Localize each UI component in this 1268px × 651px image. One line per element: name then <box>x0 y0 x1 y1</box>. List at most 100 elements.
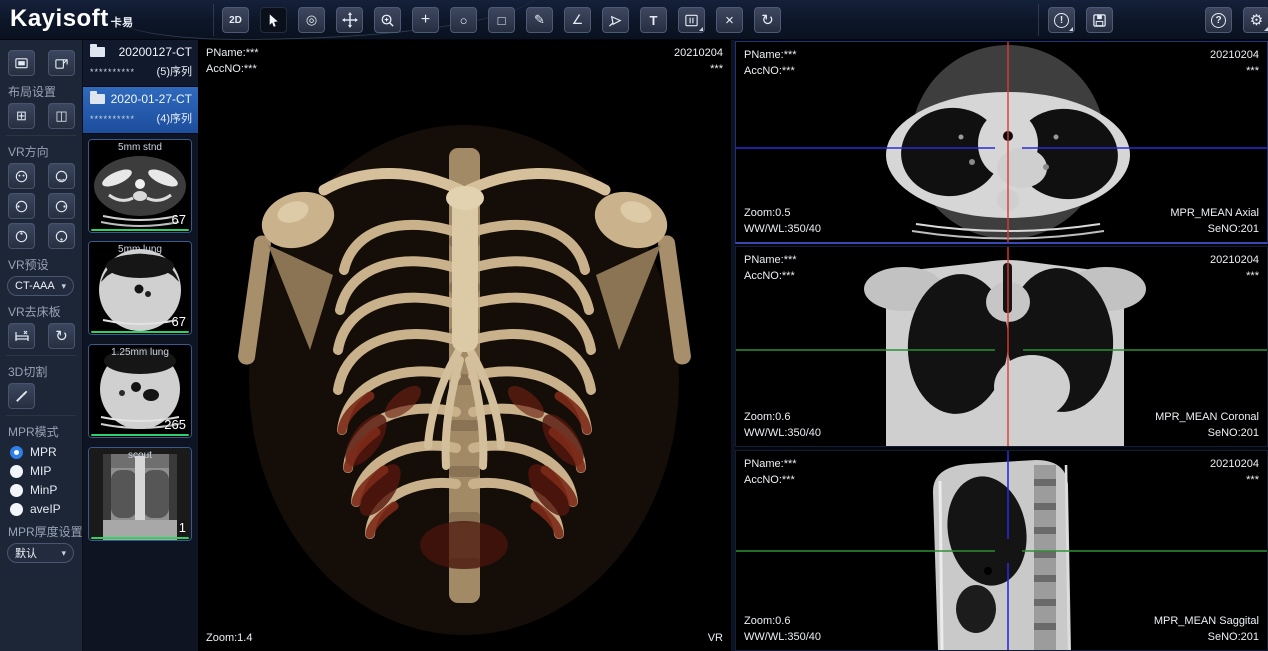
pencil-icon: ✎ <box>534 12 545 28</box>
patient-overlay: PName:*** AccNO:*** <box>206 45 259 77</box>
delete-annotation-button[interactable]: × <box>716 7 743 33</box>
layout-2d-icon: 2D <box>229 15 242 26</box>
bed-reset-button[interactable]: ↻ <box>48 323 75 349</box>
study-title: 20200127-CT <box>119 45 192 59</box>
chevron-down-icon: ▾ <box>61 548 66 559</box>
study-item-2-selected[interactable]: 2020-01-27-CT **********(4)序列 <box>83 87 198 134</box>
folder-open-icon <box>90 94 105 104</box>
pan-icon <box>342 12 358 28</box>
study-title: 2020-01-27-CT <box>111 92 192 106</box>
text-annotation-button[interactable]: T <box>640 7 667 33</box>
thumbnail-image-count: 67 <box>172 212 186 227</box>
mpr-sagittal-viewport[interactable]: PName:***AccNO:*** 20210204*** Zoom:0.6W… <box>735 450 1268 651</box>
wwwl-text: WW/WL:350/40 <box>744 427 821 439</box>
cursor-button[interactable] <box>260 7 287 33</box>
left-sidebar: 布局设置 ⊞ ◫ VR方向 VR预设 CT-AAA ▾ VR去床板 ↻ 3D切割… <box>0 40 83 651</box>
mpr-coronal-viewport[interactable]: PName:***AccNO:*** 20210204*** Zoom:0.6W… <box>735 246 1268 447</box>
zoom-text: Zoom:0.6 <box>744 411 790 423</box>
pname-text: PName:*** <box>206 47 259 59</box>
zoom-button[interactable] <box>374 7 401 33</box>
grid-2x2-button[interactable]: ⊞ <box>8 103 35 129</box>
thumbnail-image-count: 1 <box>179 520 186 535</box>
head-top-icon <box>14 229 29 244</box>
export-layout-button[interactable] <box>48 50 75 76</box>
zoom-text: Zoom:1.4 <box>206 632 252 644</box>
thumbnail-scout[interactable]: scout 1 <box>88 447 192 541</box>
reset-view-button[interactable]: ↻ <box>754 7 781 33</box>
vr-orient-inferior-button[interactable] <box>48 223 75 249</box>
ellipse-roi-button[interactable]: ○ <box>450 7 477 33</box>
grid-split-icon: ◫ <box>55 108 67 124</box>
ellipse-icon: ○ <box>460 13 468 28</box>
study-masked-id: ********** <box>90 67 135 77</box>
radio-mip[interactable]: MIP <box>10 464 82 478</box>
chevron-down-icon: ▾ <box>61 281 66 292</box>
mpr-thickness-label: MPR厚度设置 <box>8 523 82 540</box>
help-button[interactable]: ? <box>1205 7 1232 33</box>
screen-layout-button[interactable] <box>8 50 35 76</box>
cine-button[interactable] <box>678 7 705 33</box>
thumbnail-5mm-stnd[interactable]: 5mm stnd 67 <box>88 139 192 233</box>
zoom-wwwl-overlay: Zoom:0.5 WW/WL:350/40 <box>744 205 821 237</box>
arrow-annotation-button[interactable] <box>602 7 629 33</box>
vr-orient-left-button[interactable] <box>8 193 35 219</box>
zoom-text: Zoom:0.5 <box>744 207 790 219</box>
save-button[interactable] <box>1086 7 1113 33</box>
radio-mpr[interactable]: MPR <box>10 445 82 459</box>
vr-viewport[interactable]: PName:***AccNO:*** 20210204*** Zoom:1.4 … <box>198 40 731 651</box>
measure-button[interactable]: ✎ <box>526 7 553 33</box>
study-series-count: (5)序列 <box>157 63 192 79</box>
layout-export-icon <box>54 56 69 71</box>
radio-minp[interactable]: MinP <box>10 483 82 497</box>
date-text: 20210204 <box>1210 49 1259 61</box>
patient-overlay: PName:***AccNO:*** <box>744 456 797 488</box>
pan-button[interactable] <box>336 7 363 33</box>
vr-orient-anterior-button[interactable] <box>8 163 35 189</box>
accno-text: AccNO:*** <box>206 63 257 75</box>
thumbnail-125mm-lung[interactable]: 1.25mm lung 265 <box>88 344 192 438</box>
accno-text: AccNO:*** <box>744 270 795 282</box>
date-text: 20210204 <box>1210 254 1259 266</box>
vr-direction-label: VR方向 <box>8 143 82 160</box>
divider <box>6 415 76 416</box>
head-back-icon <box>54 169 69 184</box>
wwwl-text: WW/WL:350/40 <box>744 223 821 235</box>
vr-orient-right-button[interactable] <box>48 193 75 219</box>
grid-split-button[interactable]: ◫ <box>48 103 75 129</box>
pname-text: PName:*** <box>744 254 797 266</box>
patient-overlay: PName:*** AccNO:*** <box>744 252 797 284</box>
report-icon: ! <box>1054 13 1069 28</box>
app-logo: Kayisoft卡易 <box>10 5 134 33</box>
thumbnail-label: scout <box>89 450 191 461</box>
settings-button[interactable]: ⚙ <box>1243 7 1268 33</box>
zoom-text: Zoom:0.6 <box>744 615 790 627</box>
thumbnail-5mm-lung[interactable]: 5mm lung 67 <box>88 241 192 335</box>
window-level-button[interactable]: ◎ <box>298 7 325 33</box>
cut-knife-button[interactable] <box>8 383 35 409</box>
mpr-mode-label: MPR模式 <box>8 423 82 440</box>
angle-button[interactable]: ∠ <box>564 7 591 33</box>
vr-orient-superior-button[interactable] <box>8 223 35 249</box>
view-label-text: VR <box>708 632 723 644</box>
mpr-thickness-select[interactable]: 默认 ▾ <box>7 543 74 563</box>
rect-roi-button[interactable]: □ <box>488 7 515 33</box>
brand-cn-text: 卡易 <box>111 17 134 29</box>
radio-aveip[interactable]: aveIP <box>10 502 82 516</box>
report-button[interactable]: ! <box>1048 7 1075 33</box>
vr-orient-posterior-button[interactable] <box>48 163 75 189</box>
layout-2d-button[interactable]: 2D <box>222 7 249 33</box>
study-item-1[interactable]: 20200127-CT ********** (5)序列 <box>83 40 198 87</box>
mpr-axial-viewport[interactable]: PName:***AccNO:*** 20210204*** Zoom:0.5W… <box>735 41 1268 244</box>
rectangle-icon: □ <box>498 13 506 28</box>
gear-icon: ⚙ <box>1250 11 1263 29</box>
crosshair-button[interactable]: + <box>412 7 439 33</box>
remove-bed-button[interactable] <box>8 323 35 349</box>
study-series-count: (4)序列 <box>157 110 192 126</box>
radio-dot <box>10 465 23 478</box>
view-type-overlay: MPR_MEAN CoronalSeNO:201 <box>1155 409 1259 441</box>
window-level-icon: ◎ <box>306 12 317 28</box>
vr-preset-select[interactable]: CT-AAA ▾ <box>7 276 74 296</box>
grid-2x2-icon: ⊞ <box>16 108 27 124</box>
zoom-wwwl-overlay: Zoom:0.6 WW/WL:350/40 <box>744 409 821 441</box>
thumbnail-image-count: 67 <box>172 314 186 329</box>
